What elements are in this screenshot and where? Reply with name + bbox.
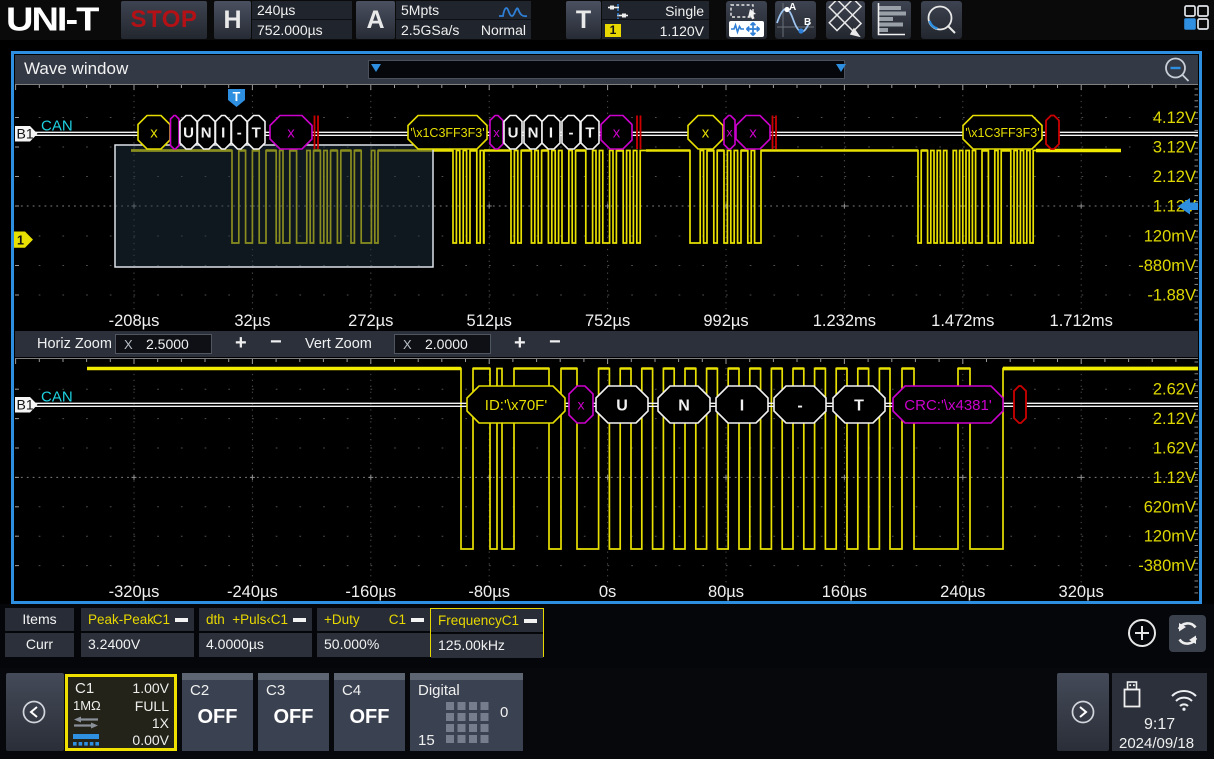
svg-text:x: x <box>702 125 710 142</box>
svg-text:1.712ms: 1.712ms <box>1050 312 1113 330</box>
svg-text:-240µs: -240µs <box>227 583 278 601</box>
svg-text:272µs: 272µs <box>348 312 393 330</box>
svg-text:B1: B1 <box>17 126 34 142</box>
svg-text:CAN: CAN <box>41 389 73 406</box>
svg-text:-: - <box>237 125 242 142</box>
svg-text:ID:'\x70F': ID:'\x70F' <box>485 397 548 414</box>
svg-text:240µs: 240µs <box>940 583 985 601</box>
svg-text:120mV: 120mV <box>1144 228 1196 246</box>
svg-text:512µs: 512µs <box>467 312 512 330</box>
svg-text:-380mV: -380mV <box>1138 557 1196 575</box>
svg-text:3.12V: 3.12V <box>1153 139 1196 157</box>
svg-text:T: T <box>585 125 594 142</box>
svg-text:I: I <box>740 397 744 414</box>
svg-text:T: T <box>233 90 241 104</box>
svg-text:-880mV: -880mV <box>1138 257 1196 275</box>
svg-text:I: I <box>549 125 553 142</box>
svg-text:2.62V: 2.62V <box>1153 381 1196 399</box>
svg-text:-208µs: -208µs <box>109 312 160 330</box>
svg-text:992µs: 992µs <box>703 312 748 330</box>
svg-text:x: x <box>727 126 733 140</box>
svg-text:x: x <box>578 397 585 413</box>
svg-text:x: x <box>150 125 158 142</box>
svg-text:I: I <box>221 125 225 142</box>
svg-text:x: x <box>493 125 500 140</box>
svg-text:1.12V: 1.12V <box>1153 469 1196 487</box>
svg-text:-1.88V: -1.88V <box>1147 287 1196 305</box>
svg-text:-: - <box>569 125 574 142</box>
svg-text:'\x1C3FF3F3': '\x1C3FF3F3' <box>965 126 1039 140</box>
svg-text:U: U <box>616 397 628 414</box>
svg-text:0s: 0s <box>599 583 616 601</box>
svg-text:N: N <box>528 125 539 142</box>
svg-text:-320µs: -320µs <box>109 583 160 601</box>
svg-text:U: U <box>508 125 519 142</box>
svg-text:T: T <box>854 397 864 414</box>
svg-text:1.62V: 1.62V <box>1153 440 1196 458</box>
svg-text:1: 1 <box>17 234 24 248</box>
svg-text:1.232ms: 1.232ms <box>813 312 876 330</box>
svg-text:T: T <box>252 125 261 142</box>
svg-text:-80µs: -80µs <box>468 583 510 601</box>
svg-text:x: x <box>287 125 295 142</box>
svg-text:2.12V: 2.12V <box>1153 410 1196 428</box>
svg-text:80µs: 80µs <box>708 583 744 601</box>
svg-text:N: N <box>678 397 690 414</box>
svg-text:CRC:'\x4381': CRC:'\x4381' <box>904 397 992 414</box>
svg-text:120mV: 120mV <box>1144 528 1196 546</box>
svg-text:-: - <box>797 397 802 414</box>
svg-text:x: x <box>749 125 757 142</box>
svg-text:2.12V: 2.12V <box>1153 168 1196 186</box>
svg-text:CAN: CAN <box>41 118 73 135</box>
svg-text:620mV: 620mV <box>1144 498 1196 516</box>
svg-text:160µs: 160µs <box>822 583 867 601</box>
svg-text:752µs: 752µs <box>585 312 630 330</box>
svg-text:1.472ms: 1.472ms <box>931 312 994 330</box>
svg-text:320µs: 320µs <box>1059 583 1104 601</box>
svg-text:B1: B1 <box>17 397 34 413</box>
svg-text:32µs: 32µs <box>234 312 270 330</box>
svg-text:U: U <box>183 125 194 142</box>
svg-text:'\x1C3FF3F3': '\x1C3FF3F3' <box>410 126 484 140</box>
svg-text:N: N <box>201 125 212 142</box>
svg-text:-160µs: -160µs <box>345 583 396 601</box>
svg-text:4.12V: 4.12V <box>1153 109 1196 127</box>
svg-text:x: x <box>613 125 621 142</box>
